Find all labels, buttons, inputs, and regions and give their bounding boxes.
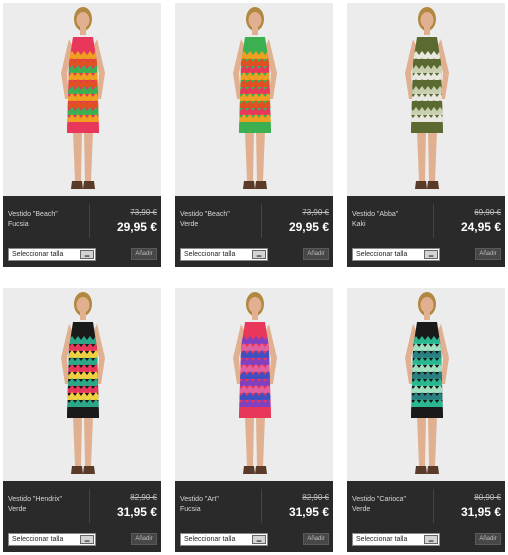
add-button[interactable]: Añadir (475, 248, 501, 260)
product-photo[interactable] (3, 3, 161, 196)
product-name[interactable]: Vestido "Beach" (8, 210, 88, 219)
old-price: 82,90 € (302, 493, 329, 502)
product-color: Verde (352, 506, 371, 513)
product-name[interactable]: Vestido "Carioca" (352, 495, 432, 504)
product-color: Fucsia (180, 506, 201, 513)
product-card[interactable]: Vestido "Beach" Fucsia 73,90 € 29,95 € S… (3, 3, 161, 267)
product-name[interactable]: Vestido "Art" (180, 495, 260, 504)
divider (261, 489, 262, 523)
product-photo[interactable] (347, 3, 505, 196)
dropdown-arrow-icon[interactable]: ▁ (424, 535, 438, 544)
old-price: 69,90 € (474, 208, 501, 217)
product-info: Vestido "Art" Fucsia 82,90 € 31,95 € Sel… (175, 481, 333, 552)
dropdown-arrow-icon[interactable]: ▁ (252, 250, 266, 259)
price: 24,95 € (460, 220, 501, 234)
add-button[interactable]: Añadir (303, 248, 329, 260)
size-select[interactable]: Seleccionar talla ▁ (8, 533, 96, 546)
size-select-label: Seleccionar talla (184, 251, 236, 258)
add-button[interactable]: Añadir (131, 248, 157, 260)
price: 29,95 € (116, 220, 157, 234)
divider (433, 489, 434, 523)
size-select[interactable]: Seleccionar talla ▁ (180, 248, 268, 261)
product-card[interactable]: Vestido "Hendrix" Verde 82,90 € 31,95 € … (3, 288, 161, 552)
old-price: 82,90 € (130, 493, 157, 502)
product-name[interactable]: Vestido "Beach" (180, 210, 260, 219)
dress-image (175, 3, 333, 196)
product-card[interactable]: Vestido "Art" Fucsia 82,90 € 31,95 € Sel… (175, 288, 333, 552)
divider (89, 204, 90, 238)
product-card[interactable]: Vestido "Beach" Verde 73,90 € 29,95 € Se… (175, 3, 333, 267)
size-select-label: Seleccionar talla (12, 251, 64, 258)
product-photo[interactable] (347, 288, 505, 481)
size-select[interactable]: Seleccionar talla ▁ (352, 533, 440, 546)
product-info: Vestido "Abba" Kaki 69,90 € 24,95 € Sele… (347, 196, 505, 267)
dress-image (175, 288, 333, 481)
product-card[interactable]: Vestido "Carioca" Verde 80,90 € 31,95 € … (347, 288, 505, 552)
add-button[interactable]: Añadir (131, 533, 157, 545)
old-price: 80,90 € (474, 493, 501, 502)
product-photo[interactable] (175, 288, 333, 481)
size-select-label: Seleccionar talla (12, 536, 64, 543)
old-price: 73,90 € (130, 208, 157, 217)
dropdown-arrow-icon[interactable]: ▁ (80, 250, 94, 259)
add-button[interactable]: Añadir (475, 533, 501, 545)
product-card[interactable]: Vestido "Abba" Kaki 69,90 € 24,95 € Sele… (347, 3, 505, 267)
product-grid: Vestido "Beach" Fucsia 73,90 € 29,95 € S… (3, 3, 505, 552)
product-name[interactable]: Vestido "Abba" (352, 210, 432, 219)
dress-image (3, 288, 161, 481)
divider (433, 204, 434, 238)
old-price: 73,90 € (302, 208, 329, 217)
dress-image (3, 3, 161, 196)
product-name[interactable]: Vestido "Hendrix" (8, 495, 88, 504)
product-photo[interactable] (175, 3, 333, 196)
price: 31,95 € (116, 505, 157, 519)
size-select-label: Seleccionar talla (356, 251, 408, 258)
product-info: Vestido "Carioca" Verde 80,90 € 31,95 € … (347, 481, 505, 552)
product-color: Kaki (352, 221, 366, 228)
product-color: Verde (8, 506, 27, 513)
dress-image (347, 3, 505, 196)
price: 31,95 € (460, 505, 501, 519)
product-color: Verde (180, 221, 199, 228)
product-info: Vestido "Hendrix" Verde 82,90 € 31,95 € … (3, 481, 161, 552)
divider (261, 204, 262, 238)
product-info: Vestido "Beach" Fucsia 73,90 € 29,95 € S… (3, 196, 161, 267)
size-select-label: Seleccionar talla (184, 536, 236, 543)
size-select-label: Seleccionar talla (356, 536, 408, 543)
size-select[interactable]: Seleccionar talla ▁ (352, 248, 440, 261)
product-color: Fucsia (8, 221, 29, 228)
dress-image (347, 288, 505, 481)
product-info: Vestido "Beach" Verde 73,90 € 29,95 € Se… (175, 196, 333, 267)
size-select[interactable]: Seleccionar talla ▁ (180, 533, 268, 546)
price: 29,95 € (288, 220, 329, 234)
price: 31,95 € (288, 505, 329, 519)
dropdown-arrow-icon[interactable]: ▁ (424, 250, 438, 259)
divider (89, 489, 90, 523)
dropdown-arrow-icon[interactable]: ▁ (80, 535, 94, 544)
size-select[interactable]: Seleccionar talla ▁ (8, 248, 96, 261)
dropdown-arrow-icon[interactable]: ▁ (252, 535, 266, 544)
product-photo[interactable] (3, 288, 161, 481)
add-button[interactable]: Añadir (303, 533, 329, 545)
